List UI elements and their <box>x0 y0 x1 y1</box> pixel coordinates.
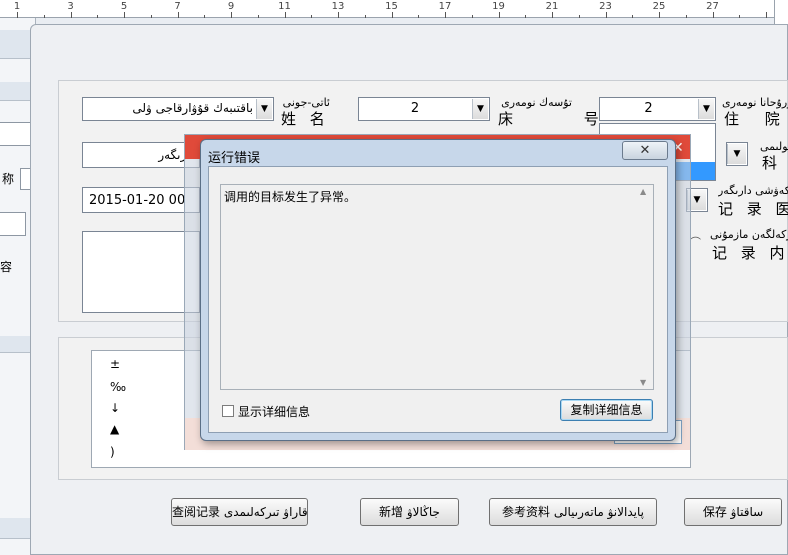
bed-combo[interactable]: 2 ▼ <box>358 97 490 121</box>
content-label-ug: تىركەلگەن مازمۇنى <box>710 228 788 241</box>
ruler-tick <box>552 12 553 18</box>
show-details-label[interactable]: 显示详细信息 <box>238 403 310 420</box>
ruler-tick <box>659 12 660 18</box>
chevron-down-icon[interactable]: ▼ <box>472 99 488 119</box>
chevron-down-icon[interactable]: ▼ <box>698 99 714 119</box>
ruler-number: 21 <box>545 1 559 12</box>
ruler-tick <box>418 15 420 18</box>
ruler-tick <box>632 15 634 18</box>
ruler-tick <box>311 15 313 18</box>
admission-label-cn: 住 院 号 <box>724 110 788 128</box>
ruler-tick <box>231 12 232 18</box>
ruler-number: 5 <box>120 1 128 12</box>
ruler-tick <box>578 15 580 18</box>
bg-field <box>0 122 32 146</box>
ruler-tick <box>525 15 527 18</box>
ruler-tick <box>712 12 714 18</box>
dept-combo[interactable]: ▼ <box>726 142 748 166</box>
ruler-tick <box>364 15 366 18</box>
doctor-label-ug: تىركەۋشى دارىگەر <box>718 184 788 197</box>
name-combo[interactable]: باقتىبەك قۇۋارقاجى ۋلى ▼ <box>82 97 274 121</box>
symbol-plus-minus[interactable]: ± <box>110 357 120 371</box>
ruler-tick <box>97 15 99 18</box>
ruler-tick <box>739 15 741 18</box>
ruler-tick <box>257 15 259 18</box>
bg-label: 称 <box>2 172 15 186</box>
symbol-per-mille[interactable]: ‰ <box>110 380 126 394</box>
close-icon[interactable]: ✕ <box>622 141 668 160</box>
ruler-number: 3 <box>67 1 74 12</box>
show-details-checkbox[interactable] <box>222 405 234 417</box>
ruler-tick <box>445 12 446 18</box>
ruler-tick <box>150 15 152 18</box>
bed-value: 2 <box>410 101 420 116</box>
error-message-text: 调用的目标发生了异常。 <box>224 190 357 204</box>
ruler-number: 27 <box>706 1 719 12</box>
scroll-up-icon[interactable]: ▲ <box>640 187 646 196</box>
bg-label: 容 <box>0 260 13 274</box>
ruler-number: 7 <box>174 1 181 12</box>
symbol-triangle[interactable]: ▲ <box>110 422 119 436</box>
ruler-tick <box>284 12 286 18</box>
ruler-tick <box>391 12 393 18</box>
symbol-paren[interactable]: ) <box>110 445 115 459</box>
new-record-button[interactable]: 新增 جاڭالاۋ <box>360 498 459 526</box>
doctor-label-cn: 记 录 医 师 <box>718 200 788 218</box>
ruler-number: 25 <box>652 1 666 12</box>
top-ruler: 1 3 5 7 9 11 13 15 17 19 21 23 25 27 <box>0 0 788 18</box>
record-content-field[interactable] <box>82 231 200 313</box>
ruler-number: 17 <box>438 1 452 12</box>
record-date-field[interactable]: 2015-01-20 00 <box>82 187 200 213</box>
save-button[interactable]: 保存 ساقتاۋ <box>684 498 782 526</box>
chevron-down-icon[interactable]: ▼ <box>256 99 272 119</box>
ruler-tick <box>498 12 500 18</box>
error-message-box[interactable] <box>220 184 654 390</box>
scroll-down-icon[interactable]: ▼ <box>640 378 646 387</box>
dept-label-cn: 科 别 <box>762 154 788 172</box>
ruler-tick <box>685 15 687 18</box>
doctor-name-field[interactable]: دارىگەر <box>82 142 200 168</box>
ruler-tick <box>338 12 339 18</box>
content-scroll-indicator: ⌒ <box>690 236 701 249</box>
message-scrollbar[interactable]: ▲ ▼ <box>637 185 653 389</box>
ruler-tick <box>204 15 206 18</box>
ruler-tick <box>605 12 607 18</box>
dialog-title: 运行错误 <box>208 151 261 166</box>
ruler-number: 15 <box>385 1 398 12</box>
admission-value: 2 <box>644 101 653 116</box>
name-label-cn: 姓 名 <box>281 110 330 128</box>
bg-field <box>0 212 26 236</box>
reference-button[interactable]: 参考资料 پايدالانۋ ماتەرىيالى <box>489 498 657 526</box>
ruler-number: 1 <box>13 1 21 12</box>
ruler-number: 9 <box>227 1 235 12</box>
admission-combo[interactable]: 2 ▼ <box>599 97 716 121</box>
ruler-number: 13 <box>331 1 345 12</box>
copy-details-button[interactable]: 复制详细信息 <box>560 399 653 421</box>
ruler-tick <box>70 12 72 18</box>
ruler-number: 11 <box>278 1 291 12</box>
content-label-cn: 记 录 内 容 <box>712 244 788 262</box>
ruler-tick <box>124 12 125 18</box>
record-date-value: 2015-01-20 00 <box>89 193 186 208</box>
ruler-number: 23 <box>599 1 612 12</box>
chevron-down-icon[interactable]: ▼ <box>727 144 746 164</box>
ruler-tick <box>766 12 767 18</box>
ruler-tick <box>177 12 179 18</box>
ruler-number: 19 <box>492 1 505 12</box>
symbol-down-arrow[interactable]: ↓ <box>110 401 120 415</box>
ruler-tick <box>43 15 45 18</box>
name-value: باقتىبەك قۇۋارقاجى ۋلى <box>132 101 253 115</box>
query-records-button[interactable]: 查阅记录 قاراۋ تىركەلىمدى <box>171 498 308 526</box>
ruler-tick <box>471 15 473 18</box>
